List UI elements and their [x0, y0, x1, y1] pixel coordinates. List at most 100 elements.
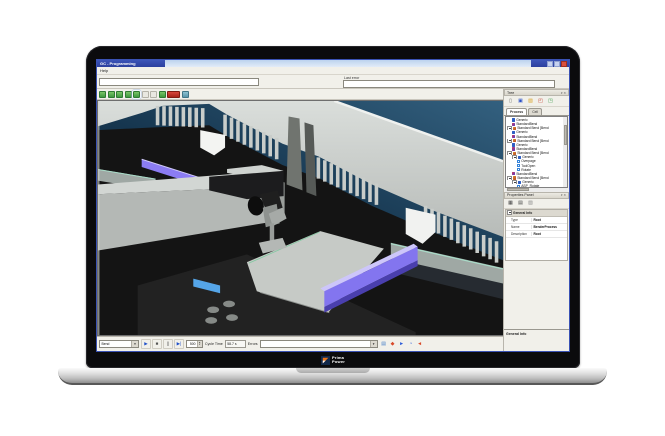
- maximize-icon[interactable]: [554, 61, 560, 67]
- property-category[interactable]: General Info: [506, 210, 567, 217]
- bend-icon: [513, 127, 516, 130]
- spinner-arrows-icon[interactable]: ▲▼: [197, 341, 203, 347]
- brand-name: PrimaPower: [332, 356, 345, 364]
- expand-icon[interactable]: [507, 139, 512, 143]
- fast-forward-icon[interactable]: ►: [398, 340, 406, 348]
- measure-icon[interactable]: [150, 91, 157, 98]
- 3d-viewport[interactable]: [97, 100, 503, 336]
- generic-icon: [512, 143, 515, 146]
- export-report-icon[interactable]: ▤: [380, 340, 388, 348]
- properties-panel-header: Properties Panel ▾ ✕: [504, 192, 569, 199]
- pin-icon[interactable]: ▾: [561, 91, 563, 95]
- bend-icon: [513, 139, 516, 142]
- expand-icon[interactable]: [507, 126, 512, 130]
- transport-buttons: ▶■||▶|: [141, 339, 184, 349]
- tab-process[interactable]: Process: [506, 108, 527, 115]
- expand-icon[interactable]: [512, 180, 517, 184]
- chevron-down-icon[interactable]: ▼: [370, 341, 377, 347]
- cycle-time-label: Cycle Time: [205, 342, 223, 346]
- menu-bar: Help: [97, 67, 569, 75]
- alphabetical-icon[interactable]: ▤: [516, 199, 525, 208]
- cycle-time-value: 58.7 s: [225, 340, 246, 348]
- main-toolbar: [97, 89, 503, 100]
- action-icon: [517, 164, 520, 167]
- module-icon: [512, 135, 515, 138]
- prima-power-logo-icon: [321, 356, 330, 365]
- tree-hscrollbar[interactable]: [505, 188, 568, 192]
- play-button[interactable]: ▶: [141, 339, 151, 349]
- property-row[interactable]: TypeRoot: [506, 217, 567, 224]
- import-part-icon[interactable]: [116, 91, 123, 98]
- export-process-icon[interactable]: ◳: [546, 97, 555, 106]
- tree-scrollbar[interactable]: [563, 117, 567, 187]
- errors-combo[interactable]: ▼: [260, 340, 378, 348]
- property-row[interactable]: DescriptionRoot: [506, 231, 567, 238]
- module-icon: [512, 123, 515, 126]
- stop-simulation-icon[interactable]: [167, 91, 180, 98]
- close-icon[interactable]: ✕: [563, 91, 566, 95]
- step-button[interactable]: ▶|: [174, 339, 184, 349]
- open-program-icon[interactable]: [99, 91, 106, 98]
- property-description-title: General Info: [506, 332, 567, 336]
- mode-combo[interactable]: Bend ▼: [99, 340, 139, 348]
- errors-label: Errors: [248, 342, 258, 346]
- work-area: Bend ▼ ▶■||▶| 500 ▲▼ Cycle Time 58.7 s E…: [97, 89, 569, 351]
- sound-icon[interactable]: ◄: [416, 340, 424, 348]
- open-folder-icon[interactable]: ▨: [526, 97, 535, 106]
- playback-bar: Bend ▼ ▶■||▶| 500 ▲▼ Cycle Time 58.7 s E…: [97, 336, 503, 351]
- tree-panel-title: Tree: [507, 91, 514, 95]
- property-name: Type: [506, 218, 532, 222]
- clock-icon[interactable]: ◔: [407, 340, 415, 348]
- property-value: Root: [532, 232, 567, 236]
- window-controls: [531, 60, 569, 67]
- stop-button[interactable]: ■: [152, 339, 162, 349]
- simulate-icon[interactable]: [133, 91, 140, 98]
- properties-panel-title: Properties Panel: [507, 193, 534, 197]
- pin-icon[interactable]: ▾: [561, 193, 563, 197]
- menu-help[interactable]: Help: [100, 68, 108, 73]
- generic-icon: [518, 156, 521, 159]
- last-error-field[interactable]: [343, 80, 555, 88]
- property-pages-icon[interactable]: ▧: [526, 199, 535, 208]
- info-icon[interactable]: [182, 91, 189, 98]
- chevron-down-icon[interactable]: ▼: [131, 341, 138, 347]
- left-column: Bend ▼ ▶■||▶| 500 ▲▼ Cycle Time 58.7 s E…: [97, 89, 503, 351]
- action-icon: [517, 160, 520, 163]
- action-icon: [517, 168, 520, 171]
- tool-setup-icon[interactable]: [159, 91, 166, 98]
- alarm-icon[interactable]: ◆: [389, 340, 397, 348]
- viewport-left-highlight: [98, 101, 99, 335]
- title-bar: GC - Programming: [97, 60, 569, 67]
- brand-logo: PrimaPower: [321, 353, 345, 367]
- new-icon[interactable]: ▯: [506, 97, 515, 106]
- collapse-icon[interactable]: [507, 210, 512, 215]
- sidebar-filler: [504, 261, 569, 330]
- property-value: BenderProcess: [532, 225, 567, 229]
- expand-icon[interactable]: [512, 155, 517, 159]
- sidebar-tabs: ProcessCell: [504, 107, 569, 116]
- tab-cell[interactable]: Cell: [528, 108, 542, 115]
- property-row[interactable]: NameBenderProcess: [506, 224, 567, 231]
- pause-button[interactable]: ||: [163, 339, 173, 349]
- tree-panel-header: Tree ▾ ✕: [504, 89, 569, 96]
- save-icon[interactable]: ▣: [516, 97, 525, 106]
- import-process-icon[interactable]: ◰: [536, 97, 545, 106]
- categorized-icon[interactable]: ▦: [506, 199, 515, 208]
- 3d-scene: [98, 101, 503, 335]
- mode-combo-value: Bend: [100, 342, 131, 346]
- laptop-base: [58, 368, 607, 385]
- status-field[interactable]: [99, 78, 259, 86]
- minimize-icon[interactable]: [547, 61, 553, 67]
- generic-icon: [512, 118, 515, 121]
- tree-toolbar: ▯▣▨◰◳: [504, 96, 569, 107]
- close-icon[interactable]: ✕: [563, 193, 566, 197]
- property-grid: General Info TypeRootNameBenderProcessDe…: [505, 209, 568, 261]
- generic-icon: [512, 131, 515, 134]
- save-program-icon[interactable]: [108, 91, 115, 98]
- close-icon[interactable]: [561, 61, 567, 67]
- property-value: Root: [532, 218, 567, 222]
- status-field-row: Last error: [97, 75, 569, 89]
- view-mode-icon[interactable]: [142, 91, 149, 98]
- export-part-icon[interactable]: [125, 91, 132, 98]
- speed-spinner[interactable]: 500 ▲▼: [186, 340, 203, 348]
